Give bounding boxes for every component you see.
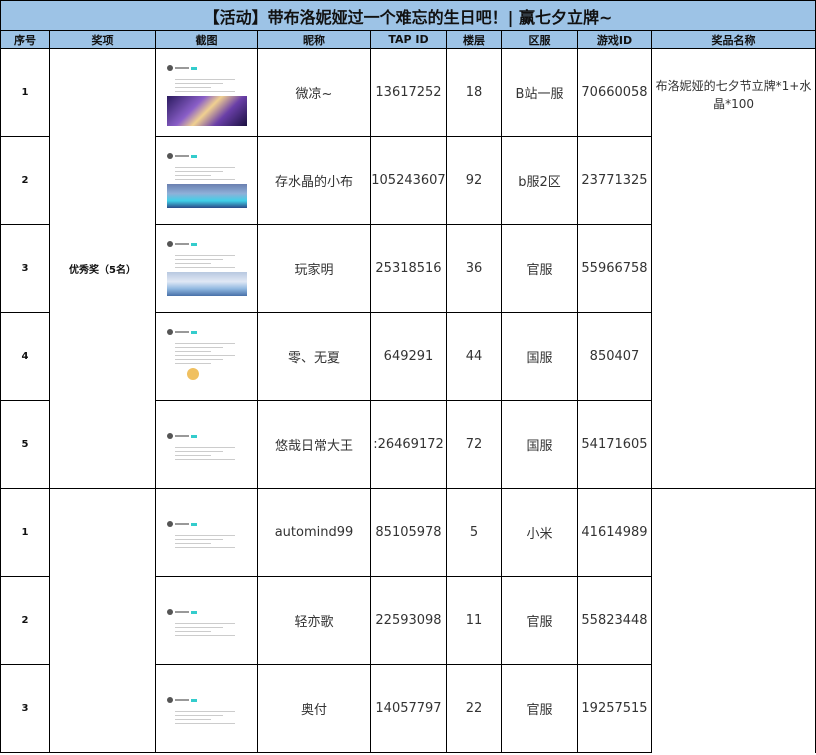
screenshot-thumbnail[interactable] — [162, 406, 251, 483]
server-cell: 官服 — [501, 224, 578, 313]
header-col-nickname: 昵称 — [257, 30, 371, 49]
screenshot-image — [166, 183, 247, 208]
seq-cell: 1 — [0, 488, 50, 577]
screenshot-cell — [155, 664, 258, 753]
tap-id-cell: :26469172 — [370, 400, 447, 489]
screenshot-cell — [155, 48, 258, 137]
floor-cell: 18 — [446, 48, 502, 137]
server-cell: B站一服 — [501, 48, 578, 137]
nickname-cell: 零、无夏 — [257, 312, 371, 401]
header-col-tap-id: TAP ID — [370, 30, 447, 49]
server-cell: 国服 — [501, 312, 578, 401]
header-col-award: 奖项 — [49, 30, 156, 49]
header-col-screenshot: 截图 — [155, 30, 258, 49]
seq-cell: 5 — [0, 400, 50, 489]
seq-cell: 3 — [0, 224, 50, 313]
table-row: 1 automind99 85105978 5 小米 41614989 — [0, 488, 816, 753]
header-col-prize: 奖品名称 — [650, 30, 816, 49]
floor-cell: 5 — [446, 488, 502, 577]
award-cell — [49, 488, 156, 753]
floor-cell: 22 — [446, 664, 502, 753]
screenshot-thumbnail[interactable] — [162, 318, 251, 395]
seq-cell: 2 — [0, 576, 50, 665]
header-col-seq: 序号 — [0, 30, 50, 49]
screenshot-cell — [155, 136, 258, 225]
server-cell: b服2区 — [501, 136, 578, 225]
header-col-game-id: 游戏ID — [577, 30, 652, 49]
game-id-cell: 41614989 — [577, 488, 652, 577]
screenshot-image — [166, 271, 247, 296]
server-cell: 小米 — [501, 488, 578, 577]
game-id-cell: 54171605 — [577, 400, 652, 489]
award-cell: 优秀奖（5名） — [49, 48, 156, 489]
screenshot-thumbnail[interactable] — [162, 582, 251, 659]
screenshot-cell — [155, 488, 258, 577]
seq-cell: 2 — [0, 136, 50, 225]
screenshot-thumbnail[interactable] — [162, 142, 251, 219]
nickname-cell: 存水晶的小布 — [257, 136, 371, 225]
screenshot-thumbnail[interactable] — [162, 670, 251, 747]
sheet-title: 【活动】带布洛妮娅过一个难忘的生日吧！| 赢七夕立牌~ — [0, 0, 816, 31]
floor-cell: 92 — [446, 136, 502, 225]
seq-cell: 4 — [0, 312, 50, 401]
tap-id-cell: 85105978 — [370, 488, 447, 577]
game-id-cell: 19257515 — [577, 664, 652, 753]
game-id-cell: 55823448 — [577, 576, 652, 665]
prize-cell: 布洛妮娅的七夕节立牌*1+水晶*100 — [650, 48, 816, 489]
screenshot-image — [166, 95, 247, 126]
screenshot-cell — [155, 312, 258, 401]
header-col-server: 区服 — [501, 30, 578, 49]
screenshot-cell — [155, 224, 258, 313]
tap-id-cell: 14057797 — [370, 664, 447, 753]
tap-id-cell: 25318516 — [370, 224, 447, 313]
tap-id-cell: 649291 — [370, 312, 447, 401]
screenshot-thumbnail[interactable] — [162, 494, 251, 571]
seq-cell: 3 — [0, 664, 50, 753]
seq-cell: 1 — [0, 48, 50, 137]
nickname-cell: 奥付 — [257, 664, 371, 753]
nickname-cell: automind99 — [257, 488, 371, 577]
game-id-cell: 55966758 — [577, 224, 652, 313]
server-cell: 国服 — [501, 400, 578, 489]
winners-table: 【活动】带布洛妮娅过一个难忘的生日吧！| 赢七夕立牌~ 序号 奖项 截图 昵称 TAP … — [0, 0, 816, 753]
game-id-cell: 23771325 — [577, 136, 652, 225]
screenshot-cell — [155, 576, 258, 665]
header-col-floor: 楼层 — [446, 30, 502, 49]
server-cell: 官服 — [501, 664, 578, 753]
game-id-cell: 850407 — [577, 312, 652, 401]
nickname-cell: 轻亦歌 — [257, 576, 371, 665]
server-cell: 官服 — [501, 576, 578, 665]
game-id-cell: 70660058 — [577, 48, 652, 137]
tap-id-cell: 22593098 — [370, 576, 447, 665]
tap-id-cell: 105243607 — [370, 136, 447, 225]
screenshot-thumbnail[interactable] — [162, 54, 251, 131]
table-row: 1 优秀奖（5名） 微凉~ 13617252 18 B站一服 70660058 布洛妮娅的七夕… — [0, 48, 816, 489]
floor-cell: 72 — [446, 400, 502, 489]
nickname-cell: 玩家明 — [257, 224, 371, 313]
screenshot-thumbnail[interactable] — [162, 230, 251, 307]
nickname-cell: 悠哉日常大王 — [257, 400, 371, 489]
screenshot-cell — [155, 400, 258, 489]
emoji-icon — [186, 367, 199, 380]
tap-id-cell: 13617252 — [370, 48, 447, 137]
floor-cell: 44 — [446, 312, 502, 401]
floor-cell: 11 — [446, 576, 502, 665]
floor-cell: 36 — [446, 224, 502, 313]
prize-cell — [650, 488, 816, 753]
nickname-cell: 微凉~ — [257, 48, 371, 137]
